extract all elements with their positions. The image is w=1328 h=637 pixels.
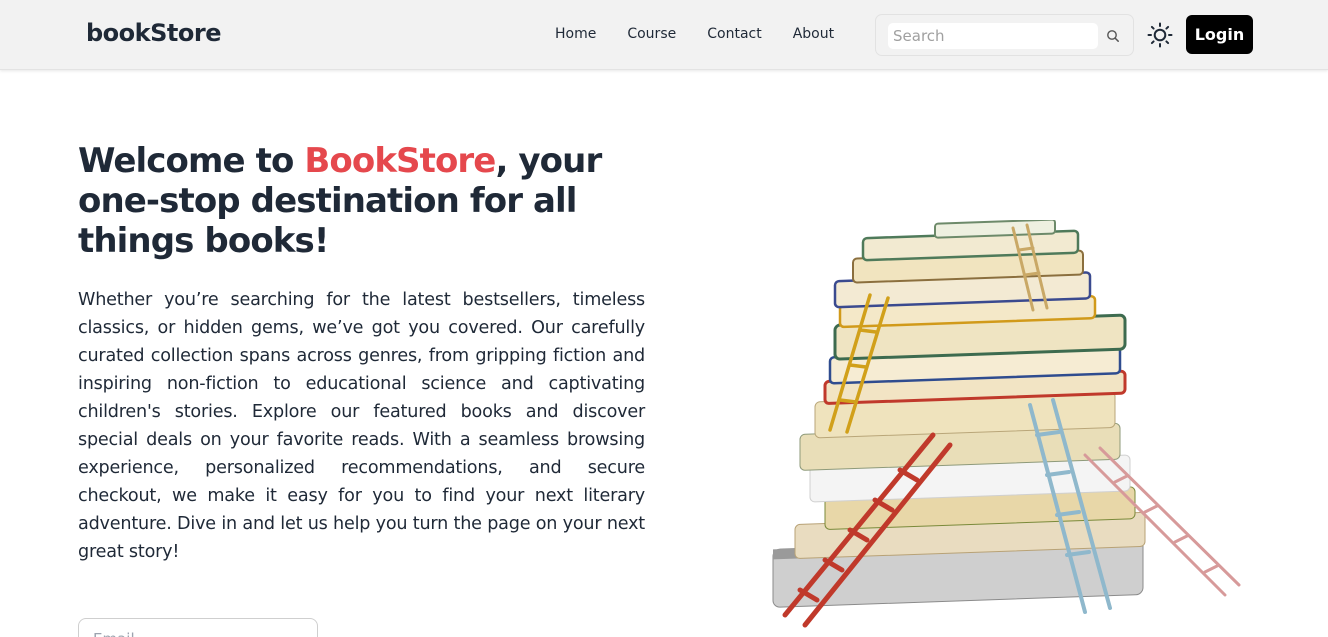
hero-title-accent: BookStore: [304, 141, 496, 181]
hero-description: Whether you’re searching for the latest …: [78, 290, 645, 562]
search-icon[interactable]: [1105, 28, 1121, 44]
sun-icon[interactable]: [1146, 21, 1174, 49]
email-input[interactable]: [93, 627, 293, 637]
nav-link-contact[interactable]: Contact: [707, 26, 761, 42]
nav-link-course[interactable]: Course: [627, 26, 676, 42]
nav-links: Home Course Contact About: [555, 26, 834, 42]
nav-link-home[interactable]: Home: [555, 26, 596, 42]
hero-title-prefix: Welcome to: [78, 141, 305, 181]
brand-logo[interactable]: bookStore: [86, 19, 221, 47]
hero-title: Welcome to BookStore, your one-stop dest…: [78, 141, 638, 261]
nav-link-about[interactable]: About: [793, 26, 834, 42]
navbar: bookStore Home Course Contact About Logi…: [0, 0, 1328, 70]
login-button[interactable]: Login: [1186, 15, 1253, 54]
book-stack-illustration: [772, 220, 1241, 628]
email-field-box: [78, 618, 318, 637]
search-box: [875, 14, 1134, 56]
search-input[interactable]: [888, 23, 1098, 49]
book-stack: [772, 220, 1146, 608]
